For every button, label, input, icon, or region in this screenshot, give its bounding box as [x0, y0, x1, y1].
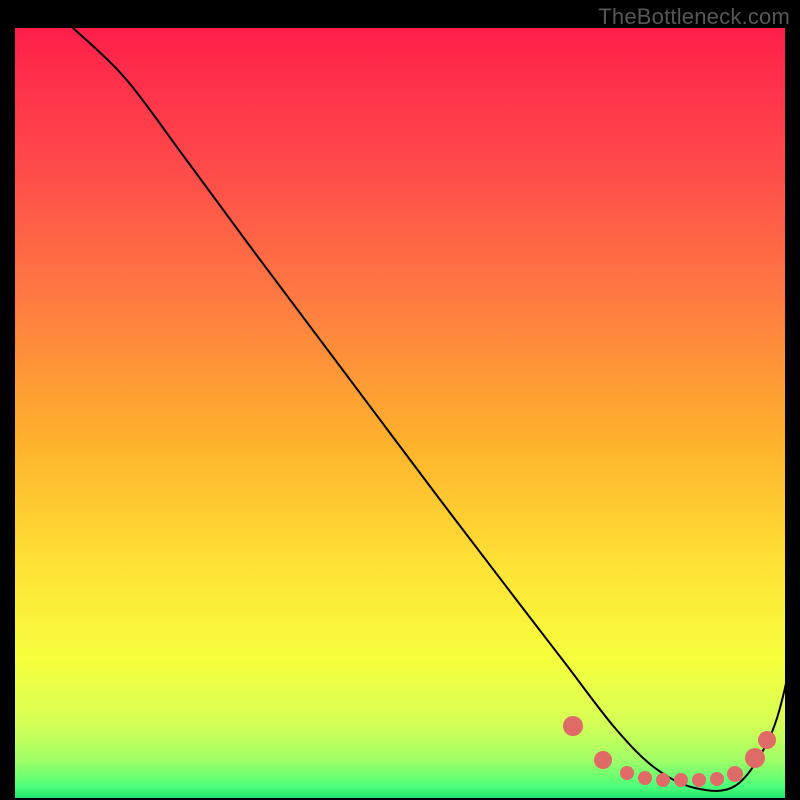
highlight-marker: [674, 773, 688, 787]
highlight-marker: [594, 751, 612, 769]
chart-container: TheBottleneck.com: [0, 0, 800, 800]
highlight-marker: [620, 766, 634, 780]
highlight-marker: [710, 772, 724, 786]
highlight-marker: [745, 748, 765, 768]
highlight-marker: [727, 766, 743, 782]
highlight-marker: [638, 771, 652, 785]
highlight-marker: [656, 773, 670, 787]
plot-background: [15, 28, 785, 798]
bottleneck-chart: [0, 0, 800, 800]
watermark-text: TheBottleneck.com: [598, 4, 790, 30]
highlight-marker: [758, 731, 776, 749]
highlight-marker: [692, 773, 706, 787]
highlight-marker: [563, 716, 583, 736]
